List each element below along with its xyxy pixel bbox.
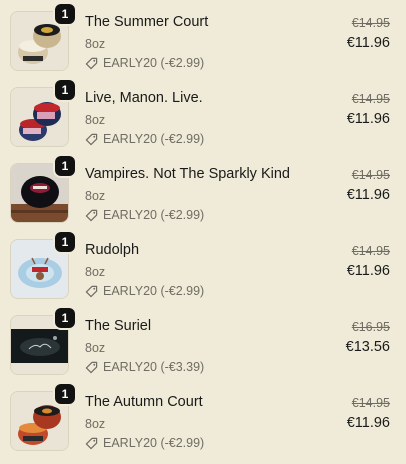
- discount-label: EARLY20 (-€2.99): [103, 56, 205, 70]
- final-price: €11.96: [346, 187, 390, 203]
- tag-icon: [85, 133, 98, 145]
- variant-label: 8oz: [85, 37, 106, 51]
- variant-label: 8oz: [85, 265, 106, 279]
- product-title: Live, Manon. Live.: [85, 90, 203, 106]
- discount-code: EARLY20 (-€2.99): [85, 132, 204, 146]
- discount-label: EARLY20 (-€2.99): [103, 284, 205, 298]
- discount-code: EARLY20 (-€2.99): [85, 208, 204, 222]
- variant-label: 8oz: [85, 341, 106, 355]
- quantity-badge: 1: [55, 232, 75, 252]
- final-price: €11.96: [346, 263, 390, 279]
- quantity-badge: 1: [55, 80, 75, 100]
- tag-icon: [85, 57, 98, 69]
- variant-label: 8oz: [85, 113, 106, 127]
- line-item: 1 Rudolph 8oz EARLY20 (-€2.99) €14.95 €1…: [0, 232, 406, 312]
- discount-code: EARLY20 (-€2.99): [85, 56, 204, 70]
- line-item: 1 Live, Manon. Live. 8oz EARLY20 (-€2.99…: [0, 80, 406, 160]
- tag-icon: [85, 437, 98, 449]
- line-item: 1 The Summer Court 8oz EARLY20 (-€2.99) …: [0, 4, 406, 84]
- final-price: €11.96: [346, 111, 390, 127]
- tag-icon: [85, 285, 98, 297]
- variant-label: 8oz: [85, 417, 106, 431]
- tag-icon: [85, 209, 98, 221]
- discount-code: EARLY20 (-€3.39): [85, 360, 204, 374]
- product-title: The Summer Court: [85, 14, 209, 30]
- tag-icon: [85, 361, 98, 373]
- discount-code: EARLY20 (-€2.99): [85, 436, 204, 450]
- compare-at-price: €14.95: [351, 92, 390, 106]
- discount-label: EARLY20 (-€2.99): [103, 132, 205, 146]
- product-title: The Autumn Court: [85, 394, 203, 410]
- quantity-badge: 1: [55, 156, 75, 176]
- product-title: Rudolph: [85, 242, 140, 258]
- final-price: €11.96: [346, 415, 390, 431]
- compare-at-price: €14.95: [351, 396, 390, 410]
- line-item: 1 The Autumn Court 8oz EARLY20 (-€2.99) …: [0, 384, 406, 464]
- discount-code: EARLY20 (-€2.99): [85, 284, 204, 298]
- compare-at-price: €16.95: [351, 320, 390, 334]
- variant-label: 8oz: [85, 189, 106, 203]
- quantity-badge: 1: [55, 4, 75, 24]
- compare-at-price: €14.95: [351, 244, 390, 258]
- quantity-badge: 1: [55, 384, 75, 404]
- product-title: The Suriel: [85, 318, 152, 334]
- final-price: €11.96: [346, 35, 390, 51]
- discount-label: EARLY20 (-€2.99): [103, 208, 205, 222]
- compare-at-price: €14.95: [351, 168, 390, 182]
- line-item: 1 Vampires. Not The Sparkly Kind 8oz EAR…: [0, 156, 406, 236]
- quantity-badge: 1: [55, 308, 75, 328]
- line-item: 1 The Suriel 8oz EARLY20 (-€3.39) €16.95…: [0, 308, 406, 388]
- final-price: €13.56: [345, 339, 390, 355]
- order-summary-items: 1 The Summer Court 8oz EARLY20 (-€2.99) …: [0, 0, 406, 460]
- product-title: Vampires. Not The Sparkly Kind: [85, 166, 290, 182]
- compare-at-price: €14.95: [351, 16, 390, 30]
- discount-label: EARLY20 (-€2.99): [103, 436, 205, 450]
- discount-label: EARLY20 (-€3.39): [103, 360, 205, 374]
